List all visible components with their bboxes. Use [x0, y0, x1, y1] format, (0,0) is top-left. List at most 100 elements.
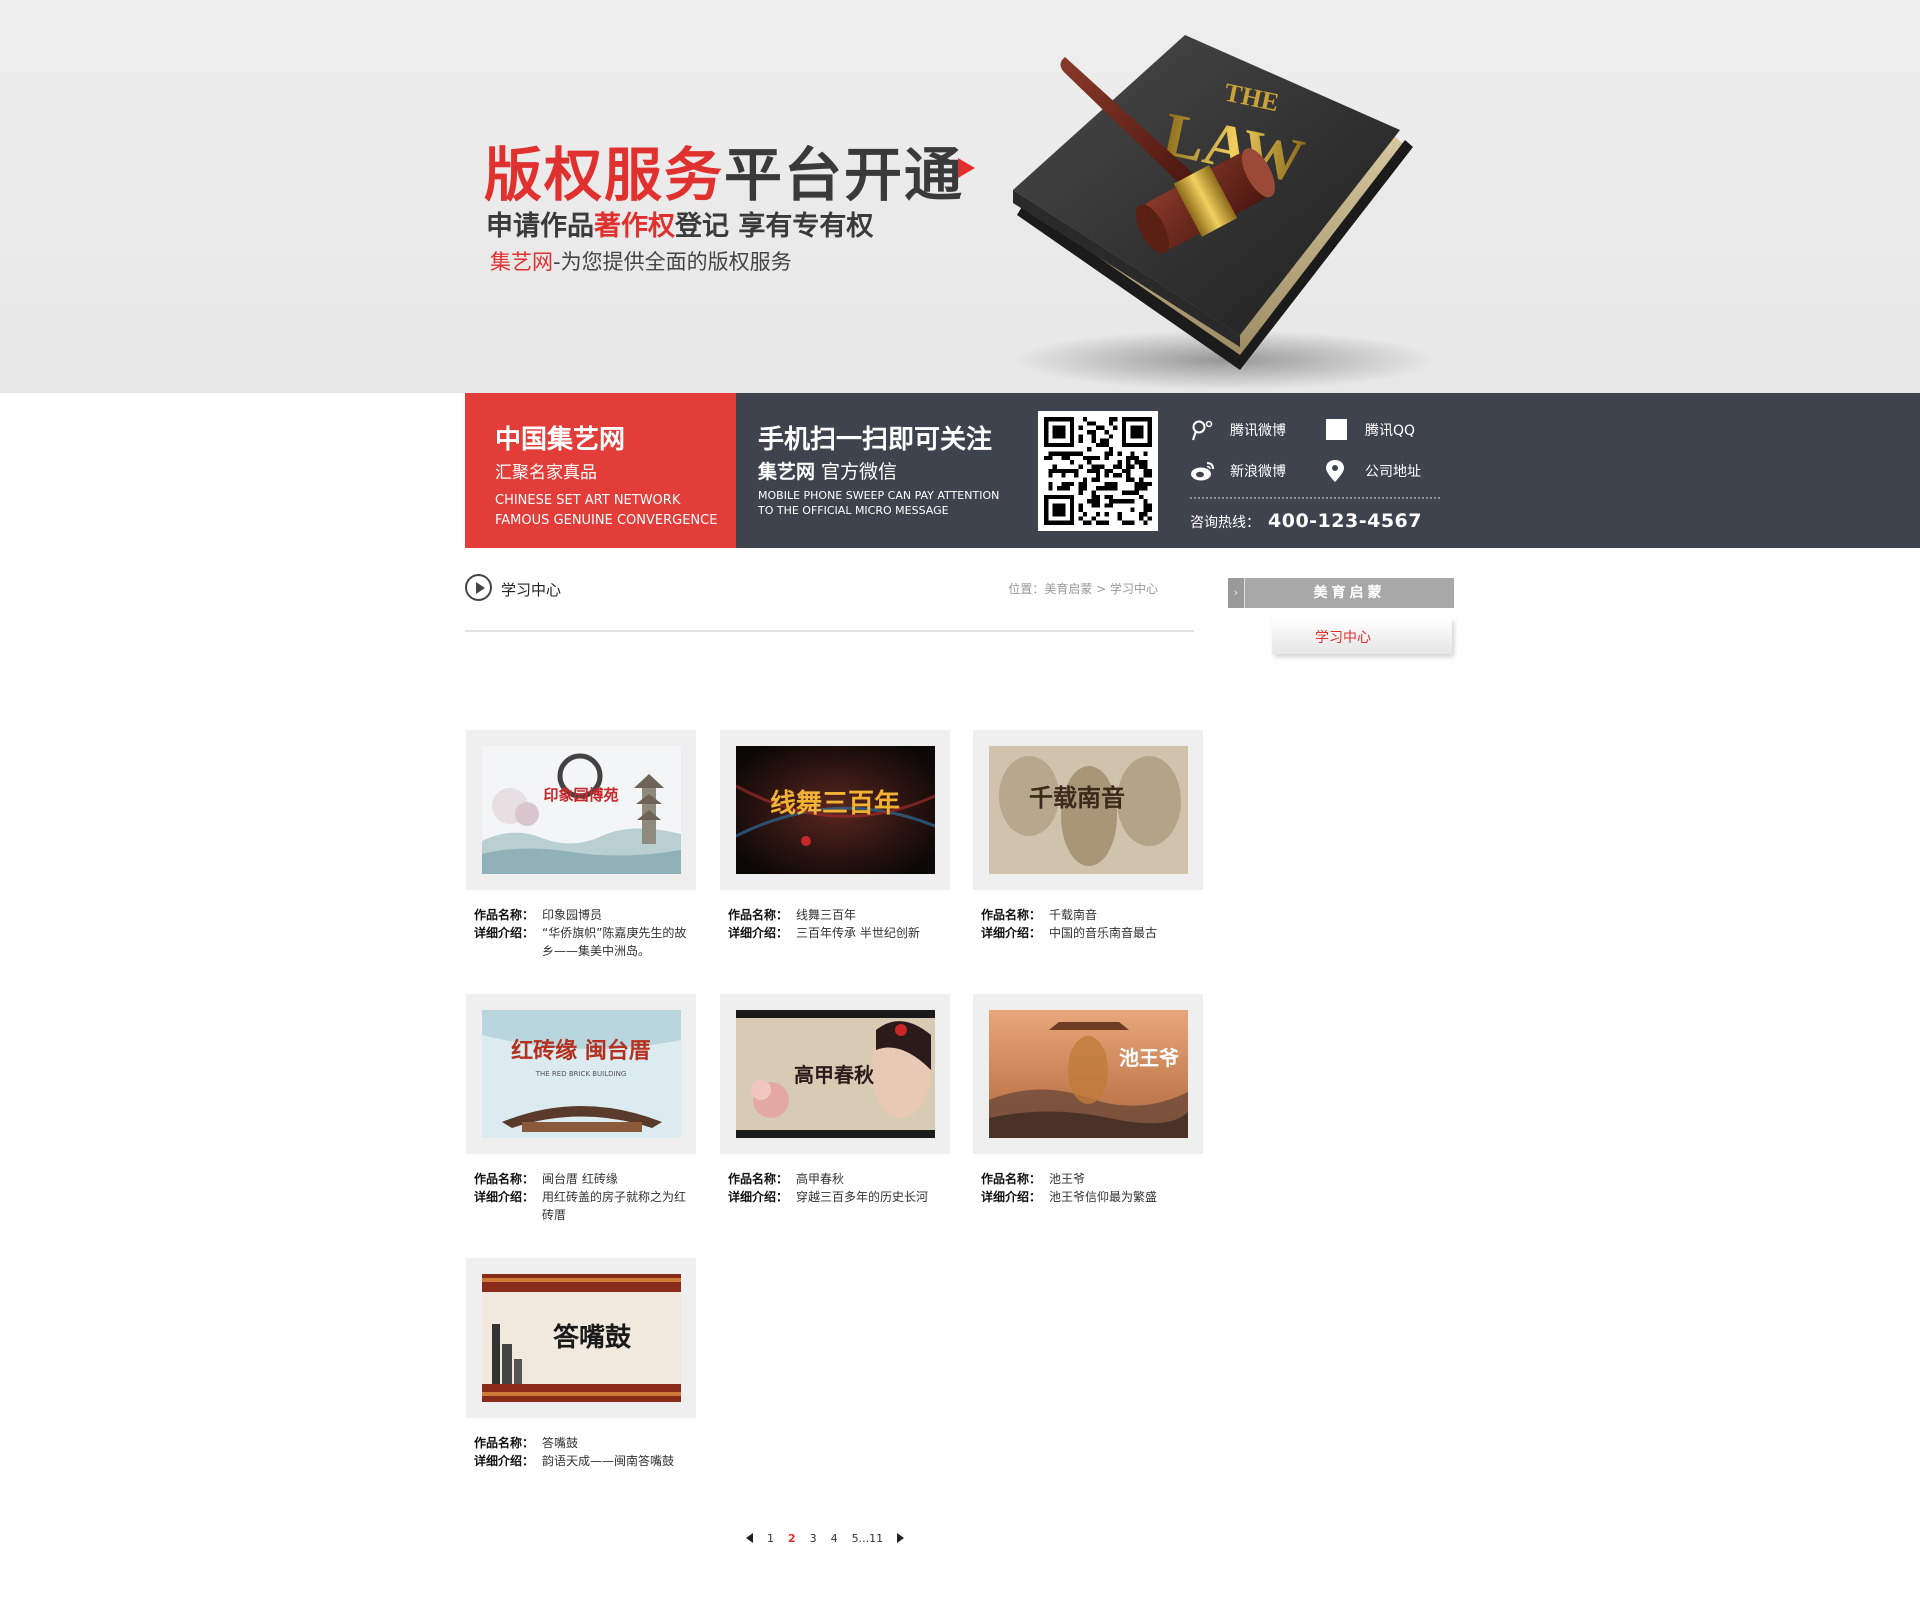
- work-name-label: 作品名称：: [474, 1172, 535, 1186]
- work-meta: 作品名称： 印象园博员 详细介绍： “华侨旗帜”陈嘉庚先生的故乡——集美中洲岛。: [474, 906, 694, 960]
- work-name-label: 作品名称：: [981, 1172, 1042, 1186]
- scan-subtitle: 集艺网 官方微信: [758, 457, 897, 484]
- sina-weibo-link[interactable]: 新浪微博: [1190, 460, 1286, 482]
- work-meta: 作品名称： 池王爷 详细介绍： 池王爷信仰最为繁盛: [981, 1170, 1201, 1206]
- thumb-title: 线舞三百年: [770, 788, 900, 819]
- thumb-english: THE RED BRICK BUILDING: [535, 1070, 627, 1078]
- work-thumbnail[interactable]: 池王爷: [989, 1010, 1188, 1138]
- tencent-weibo-icon: [1190, 419, 1216, 441]
- scan-brand: 集艺网: [758, 461, 816, 483]
- work-intro: 穿越三百多年的历史长河: [796, 1190, 929, 1204]
- prev-page-icon[interactable]: [746, 1533, 753, 1543]
- work-name-label: 作品名称：: [474, 1436, 535, 1450]
- thumb-title: 印象园博苑: [543, 786, 618, 804]
- tencent-weibo-label: 腾讯微博: [1230, 423, 1286, 439]
- work-intro: 用红砖盖的房子就称之为红砖厝: [542, 1190, 687, 1222]
- page-link[interactable]: 5...11: [852, 1532, 884, 1545]
- work-intro-label: 详细介绍：: [728, 1190, 789, 1204]
- work-meta: 作品名称： 闽台厝 红砖缘 详细介绍： 用红砖盖的房子就称之为红砖厝: [474, 1170, 694, 1224]
- work-name: 线舞三百年: [796, 908, 857, 922]
- work-thumbnail[interactable]: 答嘴鼓: [482, 1274, 681, 1402]
- thumb-title: 答嘴鼓: [553, 1322, 632, 1353]
- section-title: 学习中心: [501, 581, 562, 599]
- scan-follow-box: 手机扫一扫即可关注 集艺网 官方微信 MOBILE PHONE SWEEP CA…: [736, 393, 1036, 548]
- work-name-label: 作品名称：: [728, 908, 789, 922]
- pagination: 1 2 3 4 5...11: [746, 1529, 918, 1547]
- section-heading: 学习中心 位置：美育启蒙 > 学习中心: [465, 574, 1194, 632]
- work-name-label: 作品名称：: [728, 1172, 789, 1186]
- work-name: 答嘴鼓: [542, 1436, 579, 1450]
- work-meta: 作品名称： 高甲春秋 详细介绍： 穿越三百多年的历史长河: [728, 1170, 948, 1206]
- work-meta: 作品名称： 答嘴鼓 详细介绍： 韵语天成——闽南答嘴鼓: [474, 1434, 694, 1470]
- work-intro: “华侨旗帜”陈嘉庚先生的故乡——集美中洲岛。: [542, 926, 687, 958]
- company-address-label: 公司地址: [1365, 464, 1421, 480]
- sidebar-item-learning-center[interactable]: 学习中心: [1272, 618, 1452, 654]
- work-thumbnail[interactable]: 千载南音: [989, 746, 1188, 874]
- location-pin-icon: [1325, 460, 1351, 482]
- chevron-right-icon: ›: [1228, 578, 1245, 608]
- work-thumbnail[interactable]: 红砖缘 闽台厝 THE RED BRICK BUILDING: [482, 1010, 681, 1138]
- breadcrumb[interactable]: 位置：美育启蒙 > 学习中心: [1008, 580, 1158, 597]
- sina-weibo-label: 新浪微博: [1230, 464, 1286, 480]
- work-intro-label: 详细介绍：: [474, 926, 535, 940]
- tagline-brand: 集艺网: [490, 250, 553, 274]
- headline-red: 版权服务: [484, 141, 725, 209]
- work-intro-label: 详细介绍：: [728, 926, 789, 940]
- thumb-title: 千载南音: [1029, 783, 1125, 812]
- info-bar-left-spacer: [0, 393, 465, 548]
- social-links: 腾讯微博 腾讯QQ 新浪微博 公司地址 咨询热线： 400-123-4567: [1185, 393, 1445, 548]
- sidebar-header[interactable]: › 美育启蒙: [1228, 578, 1454, 608]
- scan-english-line2: TO THE OFFICIAL MICRO MESSAGE: [758, 504, 949, 517]
- work-name: 池王爷: [1049, 1172, 1086, 1186]
- hotline-label: 咨询热线：: [1190, 515, 1260, 531]
- work-meta: 作品名称： 线舞三百年 详细介绍： 三百年传承 半世纪创新: [728, 906, 948, 942]
- work-thumbnail[interactable]: 高甲春秋: [736, 1010, 935, 1138]
- work-name: 千载南音: [1049, 908, 1098, 922]
- brand-english-line1: CHINESE SET ART NETWORK: [495, 493, 681, 508]
- page-link[interactable]: 1: [767, 1532, 774, 1545]
- work-intro: 三百年传承 半世纪创新: [796, 926, 920, 940]
- brand-box: 中国集艺网 汇聚名家真品 CHINESE SET ART NETWORK FAM…: [465, 393, 736, 548]
- play-circle-icon: [465, 574, 492, 601]
- work-name: 印象园博员: [542, 908, 603, 922]
- work-intro-label: 详细介绍：: [474, 1454, 535, 1468]
- work-meta: 作品名称： 千载南音 详细介绍： 中国的音乐南音最古: [981, 906, 1201, 942]
- next-page-icon[interactable]: [897, 1533, 905, 1543]
- work-intro-label: 详细介绍：: [474, 1190, 535, 1204]
- scan-title: 手机扫一扫即可关注: [758, 425, 993, 455]
- company-address-link[interactable]: 公司地址: [1325, 460, 1421, 482]
- hotline: 咨询热线： 400-123-4567: [1190, 510, 1422, 532]
- scan-rest: 官方微信: [815, 461, 898, 483]
- page-link[interactable]: 3: [810, 1532, 817, 1545]
- wechat-qr-code[interactable]: [1038, 411, 1158, 531]
- thumb-title: 高甲春秋: [794, 1063, 875, 1087]
- sub-a: 申请作品: [486, 211, 594, 242]
- work-thumbnail[interactable]: 线舞三百年: [736, 746, 935, 874]
- law-book-gavel-illustration: THE LAW: [1013, 35, 1435, 390]
- work-name: 高甲春秋: [796, 1172, 845, 1186]
- banner-tagline: 集艺网-为您提供全面的版权服务: [490, 246, 792, 276]
- copyright-banner[interactable]: 版权服务平台开通 申请作品著作权登记 享有专有权 集艺网-为您提供全面的版权服务: [0, 0, 1920, 393]
- page-link-current[interactable]: 2: [788, 1532, 796, 1545]
- work-thumbnail[interactable]: 印象园博苑: [482, 746, 681, 874]
- brand-title: 中国集艺网: [495, 425, 626, 455]
- tencent-qq-link[interactable]: 腾讯QQ: [1325, 419, 1415, 441]
- tagline-rest: -为您提供全面的版权服务: [553, 250, 792, 274]
- page-link[interactable]: 4: [831, 1532, 838, 1545]
- work-name: 闽台厝 红砖缘: [542, 1172, 618, 1186]
- tencent-weibo-link[interactable]: 腾讯微博: [1190, 419, 1286, 441]
- work-name-label: 作品名称：: [474, 908, 535, 922]
- work-intro-label: 详细介绍：: [981, 1190, 1042, 1204]
- dotted-divider: [1190, 497, 1440, 499]
- brand-subtitle: 汇聚名家真品: [495, 463, 597, 483]
- work-intro-label: 详细介绍：: [981, 926, 1042, 940]
- work-name-label: 作品名称：: [981, 908, 1042, 922]
- sidebar-item-label: 学习中心: [1315, 630, 1371, 646]
- sidebar-header-label: 美育启蒙: [1313, 585, 1386, 601]
- headline-dark: 平台开通: [724, 141, 965, 209]
- tencent-qq-label: 腾讯QQ: [1365, 423, 1416, 439]
- thumb-title: 红砖缘 闽台厝: [511, 1038, 651, 1064]
- scan-english-line1: MOBILE PHONE SWEEP CAN PAY ATTENTION: [758, 489, 1000, 502]
- banner-headline: 版权服务平台开通: [484, 128, 964, 212]
- info-bar: 中国集艺网 汇聚名家真品 CHINESE SET ART NETWORK FAM…: [0, 393, 1920, 548]
